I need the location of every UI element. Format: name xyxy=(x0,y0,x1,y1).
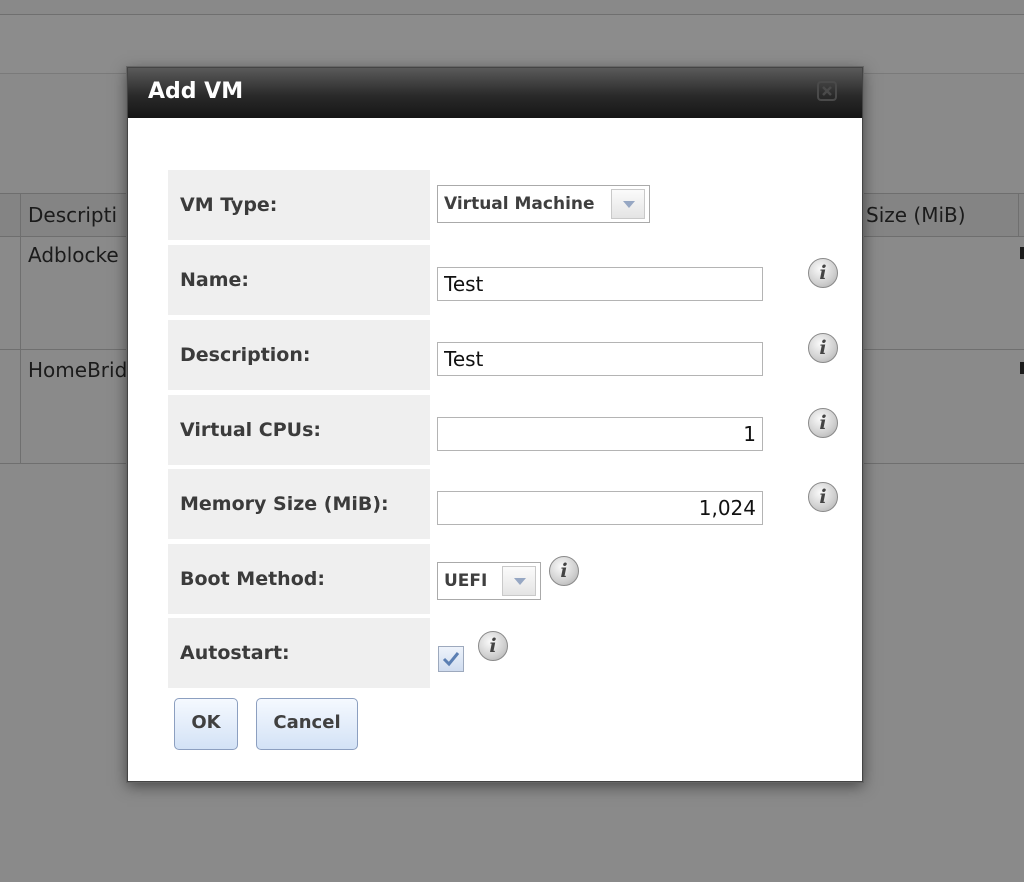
column-header-description: Descripti xyxy=(28,203,117,227)
cancel-button[interactable]: Cancel xyxy=(256,698,358,750)
vm-type-select[interactable]: Virtual Machine xyxy=(437,185,650,223)
row-cell-fragment xyxy=(1020,362,1024,374)
column-header-size: Size (MiB) xyxy=(866,203,966,227)
row-cell-fragment xyxy=(1020,247,1024,259)
close-icon[interactable] xyxy=(816,81,838,103)
memory-label: Memory Size (MiB): xyxy=(168,469,430,539)
row-description: Adblocke xyxy=(28,243,119,267)
vm-type-label: VM Type: xyxy=(168,170,430,240)
vcpus-label: Virtual CPUs: xyxy=(168,395,430,465)
info-icon[interactable]: i xyxy=(808,408,838,438)
autostart-checkbox[interactable] xyxy=(438,646,464,672)
info-icon[interactable]: i xyxy=(478,631,508,661)
background-toolbar xyxy=(0,15,1024,74)
dialog-header: Add VM xyxy=(128,68,862,118)
memory-input[interactable] xyxy=(437,491,763,525)
column-divider xyxy=(20,194,21,236)
info-icon[interactable]: i xyxy=(808,258,838,288)
autostart-label: Autostart: xyxy=(168,618,430,688)
add-vm-dialog: Add VM VM Type: Virtual Machine Name: i … xyxy=(127,67,863,782)
description-label: Description: xyxy=(168,320,430,390)
dialog-title: Add VM xyxy=(148,79,244,104)
info-icon[interactable]: i xyxy=(808,482,838,512)
chevron-down-icon[interactable] xyxy=(611,189,645,219)
column-divider xyxy=(1018,194,1019,236)
vm-type-value: Virtual Machine xyxy=(444,194,595,214)
info-icon[interactable]: i xyxy=(549,556,579,586)
column-divider xyxy=(20,350,21,463)
boot-method-label: Boot Method: xyxy=(168,544,430,614)
boot-method-value: UEFI xyxy=(444,571,488,591)
ok-button[interactable]: OK xyxy=(174,698,238,750)
name-input[interactable] xyxy=(437,267,763,301)
boot-method-select[interactable]: UEFI xyxy=(437,562,541,600)
chevron-down-icon[interactable] xyxy=(502,566,536,596)
row-description: HomeBrid xyxy=(28,358,128,382)
checkmark-icon xyxy=(442,652,460,667)
description-input[interactable] xyxy=(437,342,763,376)
column-divider xyxy=(20,235,21,349)
vcpus-input[interactable] xyxy=(437,417,763,451)
name-label: Name: xyxy=(168,245,430,315)
info-icon[interactable]: i xyxy=(808,333,838,363)
background-topbar xyxy=(0,0,1024,15)
